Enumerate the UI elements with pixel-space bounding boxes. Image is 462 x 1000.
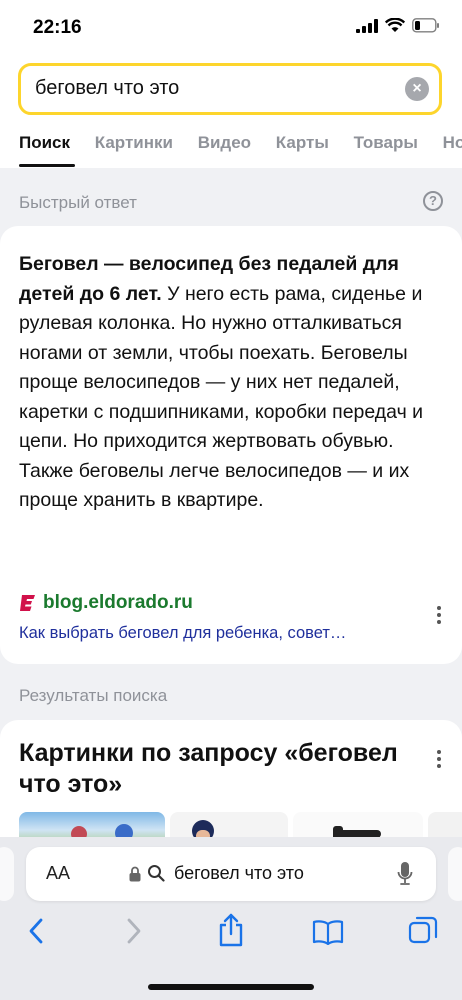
status-time: 22:16 <box>33 17 82 38</box>
tab-images[interactable]: Картинки <box>95 133 173 152</box>
wifi-icon <box>385 18 405 32</box>
tab-search[interactable]: Поиск <box>19 133 70 152</box>
clear-icon[interactable]: × <box>405 77 429 101</box>
active-tab-underline <box>19 164 75 167</box>
source-domain[interactable]: blog.eldorado.ru <box>43 592 193 614</box>
home-indicator <box>148 984 314 990</box>
tab-products[interactable]: Товары <box>354 133 418 152</box>
quick-answer-text: Беговел — велосипед без педалей для дете… <box>19 250 439 516</box>
eldorado-logo-icon <box>20 595 35 611</box>
tab-maps[interactable]: Карты <box>276 133 329 152</box>
tabs-icon[interactable] <box>408 915 438 945</box>
status-bar: 22:16 <box>0 0 462 56</box>
help-icon[interactable]: ? <box>423 191 443 211</box>
prev-tab-edge <box>0 847 14 901</box>
share-icon[interactable] <box>217 913 245 947</box>
address-text[interactable]: беговел что это <box>174 863 304 884</box>
search-icon <box>148 865 165 882</box>
search-input[interactable]: беговел что это × <box>18 63 442 115</box>
results-label: Результаты поиска <box>19 686 168 705</box>
forward-icon[interactable] <box>124 917 144 945</box>
search-tabs: Поиск Картинки Видео Карты Товары Но <box>19 133 462 153</box>
source-title-link[interactable]: Как выбрать беговел для ребенка, совет… <box>19 624 346 643</box>
back-icon[interactable] <box>26 917 46 945</box>
search-query: беговел что это <box>35 77 180 99</box>
more-options-icon[interactable] <box>436 606 442 624</box>
quick-answer-label: Быстрый ответ <box>19 193 137 212</box>
images-title[interactable]: Картинки по запросу «беговел что это» <box>19 738 429 800</box>
signal-icon <box>356 18 378 33</box>
tab-video[interactable]: Видео <box>198 133 251 152</box>
more-options-icon[interactable] <box>436 750 442 768</box>
browser-toolbar: AA беговел что это <box>0 837 462 1000</box>
address-bar[interactable]: AA беговел что это <box>26 847 436 901</box>
search-header: беговел что это × Поиск Картинки Видео К… <box>0 56 462 168</box>
lock-icon <box>129 866 141 882</box>
status-icons <box>356 18 440 33</box>
next-tab-edge <box>448 847 462 901</box>
battery-icon <box>412 18 439 33</box>
tab-more[interactable]: Но <box>443 133 462 152</box>
bookmarks-icon[interactable] <box>312 919 344 945</box>
microphone-icon[interactable] <box>397 861 413 887</box>
quick-answer-body: У него есть рама, сиденье и рулевая коло… <box>19 282 424 512</box>
source-row[interactable]: blog.eldorado.ru <box>19 592 193 614</box>
reader-settings-button[interactable]: AA <box>46 863 70 884</box>
